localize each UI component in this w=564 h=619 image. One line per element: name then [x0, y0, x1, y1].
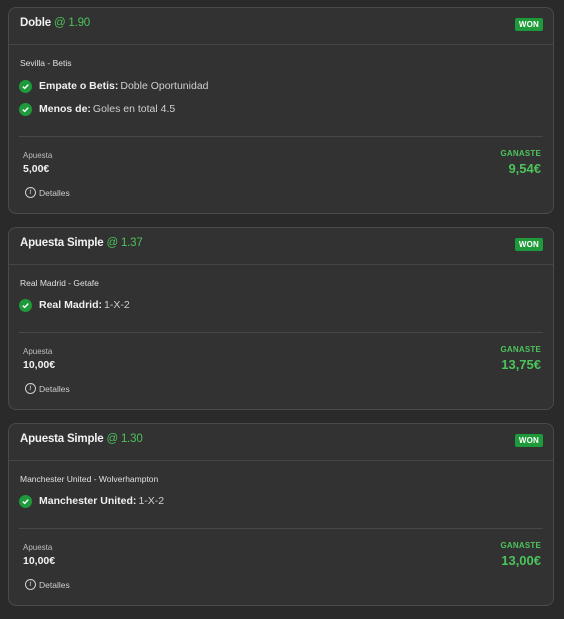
win-label: GANASTE	[500, 541, 541, 550]
selection-name: Manchester United:	[39, 495, 137, 507]
bet-odds: @ 1.90	[53, 17, 91, 29]
check-circle-icon	[19, 298, 32, 312]
check-circle-icon	[19, 79, 32, 93]
status-badge: WON	[514, 18, 543, 31]
bet-card: Apuesta Simple @ 1.37 WON Real Madrid - G…	[8, 227, 554, 410]
bet-card: Doble @ 1.90 WON Sevilla - Betis Empate o…	[8, 7, 554, 214]
bet-odds: @ 1.30	[106, 433, 143, 445]
stake-value: 10,00€	[23, 555, 56, 567]
event-name: Manchester United - Wolverhampton	[20, 474, 159, 484]
bet-type-title: Apuesta Simple @ 1.30	[20, 433, 143, 445]
bet-type-title: Doble @ 1.90	[20, 17, 91, 29]
bet-card-header: Doble @ 1.90 WON	[9, 8, 553, 45]
win-value: 9,54€	[508, 161, 541, 176]
bet-card-header: Apuesta Simple @ 1.37 WON	[9, 228, 553, 265]
selection-market: 1-X-2	[104, 299, 130, 311]
check-circle-icon	[19, 494, 32, 508]
selection-market: 1-X-2	[138, 495, 165, 507]
stake-value: 10,00€	[23, 359, 56, 371]
status-badge: WON	[514, 434, 543, 447]
bet-card: Apuesta Simple @ 1.30 WON Manchester Unit…	[8, 423, 554, 606]
win-value: 13,00€	[501, 553, 541, 568]
details-label: Detalles	[39, 383, 70, 394]
selection-name: Real Madrid:	[39, 299, 103, 311]
status-badge: WON	[514, 238, 543, 251]
info-icon: i	[25, 579, 36, 590]
selection-market: Goles en total 4.5	[92, 103, 176, 115]
selection-name: Menos de:	[39, 103, 91, 115]
win-label: GANASTE	[500, 149, 541, 158]
divider	[19, 136, 543, 137]
details-link[interactable]: i Detalles	[25, 187, 70, 198]
details-label: Detalles	[39, 579, 70, 590]
divider	[19, 528, 543, 529]
details-label: Detalles	[39, 187, 70, 198]
selection-item: Real Madrid: 1-X-2	[19, 298, 130, 312]
selection-item: Manchester United: 1-X-2	[19, 494, 164, 508]
selection-market: Doble Oportunidad	[120, 80, 209, 92]
stake-label: Apuesta	[23, 347, 53, 356]
info-icon: i	[25, 187, 36, 198]
event-name: Real Madrid - Getafe	[20, 278, 99, 288]
event-name: Sevilla - Betis	[20, 58, 72, 68]
details-link[interactable]: i Detalles	[25, 383, 70, 394]
stake-label: Apuesta	[23, 543, 53, 552]
selection-name: Empate o Betis:	[39, 80, 119, 92]
win-label: GANASTE	[500, 345, 541, 354]
selection-item: Empate o Betis: Doble Oportunidad	[19, 79, 209, 93]
info-icon: i	[25, 383, 36, 394]
stake-label: Apuesta	[23, 151, 53, 160]
details-link[interactable]: i Detalles	[25, 579, 70, 590]
bet-card-header: Apuesta Simple @ 1.30 WON	[9, 424, 553, 461]
divider	[19, 332, 543, 333]
selection-item: Menos de: Goles en total 4.5	[19, 102, 175, 116]
bet-odds: @ 1.37	[106, 237, 143, 249]
stake-value: 5,00€	[23, 163, 50, 175]
win-value: 13,75€	[501, 357, 541, 372]
check-circle-icon	[19, 102, 32, 116]
bet-type-title: Apuesta Simple @ 1.37	[20, 237, 143, 249]
